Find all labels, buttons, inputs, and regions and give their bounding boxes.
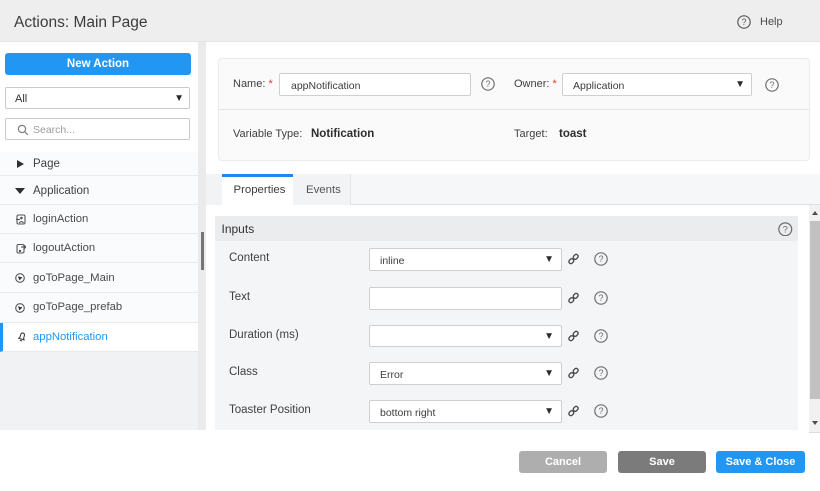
svg-text:?: ?: [598, 254, 603, 264]
svg-text:?: ?: [598, 406, 603, 416]
svg-text:?: ?: [741, 17, 746, 27]
svg-text:?: ?: [769, 80, 774, 90]
svg-text:?: ?: [485, 79, 490, 89]
svg-text:?: ?: [783, 224, 788, 234]
svg-text:?: ?: [598, 368, 603, 378]
svg-text:?: ?: [598, 293, 603, 303]
svg-text:?: ?: [598, 331, 603, 341]
